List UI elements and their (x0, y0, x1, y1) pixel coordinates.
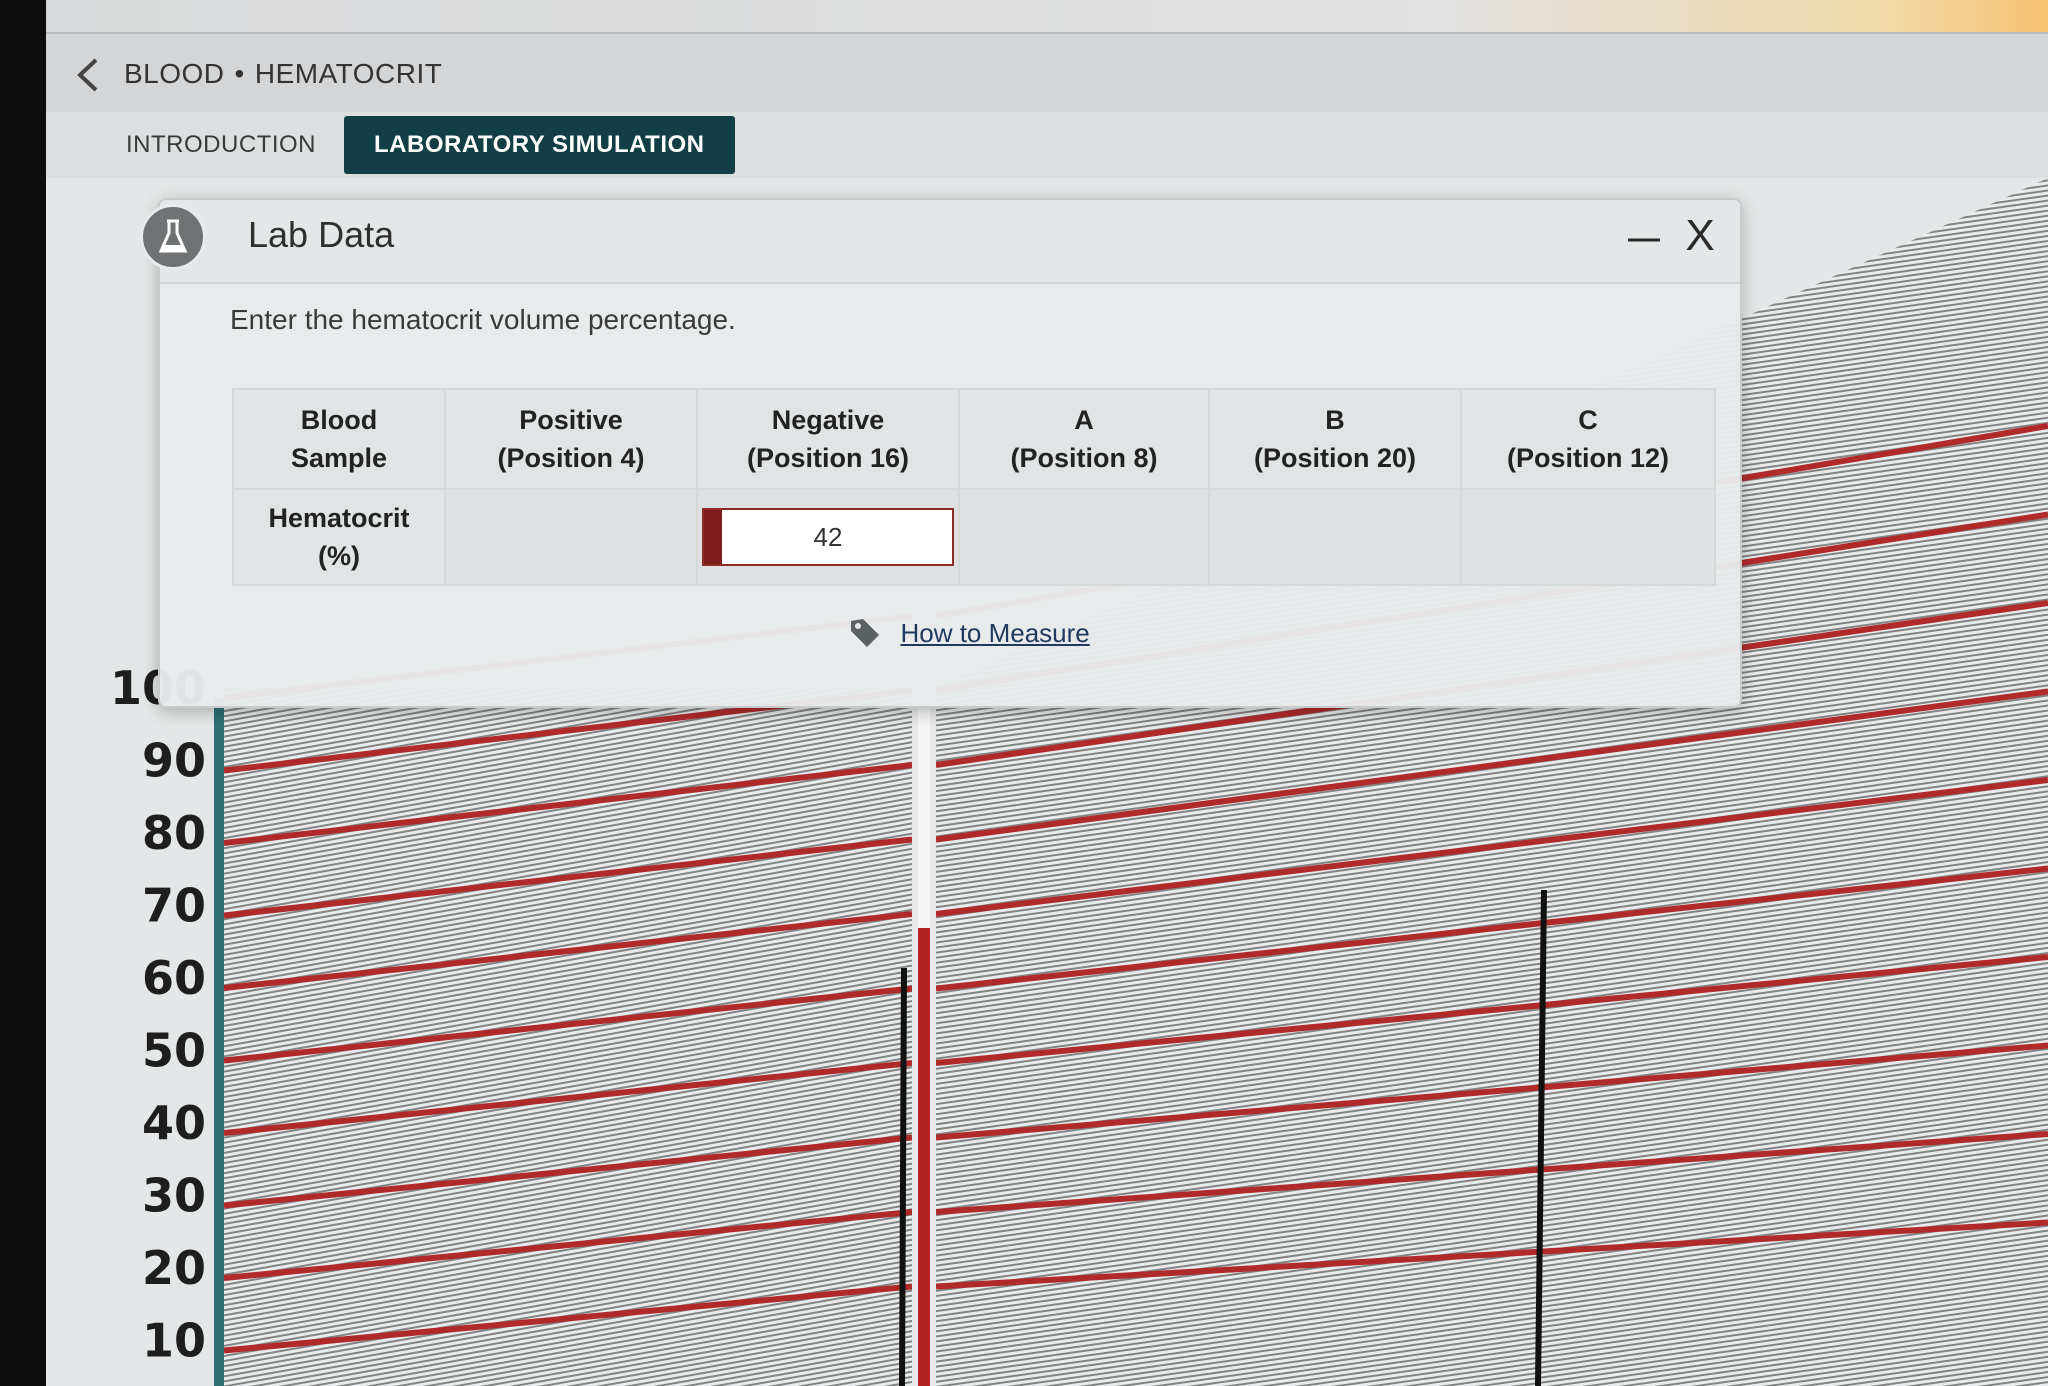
tab-laboratory-simulation[interactable]: LABORATORY SIMULATION (344, 116, 735, 174)
header-sample-b: B (Position 20) (1208, 388, 1462, 490)
panel-titlebar[interactable]: Lab Data X (140, 200, 1740, 284)
scale-label: 40 (142, 1096, 206, 1150)
scale-label: 50 (142, 1024, 206, 1078)
breadcrumb-section[interactable]: BLOOD (124, 58, 225, 89)
row-label-hematocrit: Hematocrit (%) (232, 488, 446, 586)
reader-axis-bar (214, 698, 224, 1386)
table-row-hematocrit: Hematocrit (%) 42 (232, 488, 1716, 586)
header-blood-sample: Blood Sample (232, 388, 446, 490)
panel-title: Lab Data (248, 214, 395, 255)
scale-label: 20 (142, 1241, 206, 1295)
header-negative: Negative (Position 16) (696, 388, 960, 490)
negative-hematocrit-value[interactable]: 42 (814, 522, 843, 552)
breadcrumb: BLOOD • HEMATOCRIT (124, 58, 442, 90)
cell-sample-b[interactable] (1208, 488, 1462, 586)
how-to-measure-text[interactable]: How to Measure (900, 618, 1089, 649)
header-sample-c: C (Position 12) (1460, 388, 1716, 490)
header-positive: Positive (Position 4) (444, 388, 698, 490)
breadcrumb-page: HEMATOCRIT (254, 58, 443, 89)
negative-hematocrit-input[interactable]: 42 (702, 508, 954, 566)
header-sample-a: A (Position 8) (958, 388, 1210, 490)
scale-label: 10 (142, 1314, 206, 1368)
scale-label: 80 (142, 806, 206, 860)
chevron-left-icon[interactable] (72, 56, 106, 94)
tag-icon (851, 619, 879, 647)
breadcrumb-separator: • (234, 58, 245, 89)
reader-lines-left (224, 688, 912, 1386)
instruction-text: Enter the hematocrit volume percentage. (230, 304, 736, 335)
app-screen: BLOOD • HEMATOCRIT INTRODUCTION LABORATORY… (46, 0, 2048, 1386)
cell-sample-a[interactable] (958, 488, 1210, 586)
top-strip (46, 0, 2048, 32)
scale-label: 30 (142, 1169, 206, 1223)
flask-icon (140, 204, 206, 270)
close-button[interactable]: X (1680, 208, 1720, 264)
minimize-button[interactable] (1624, 212, 1664, 262)
tab-bar: INTRODUCTION LABORATORY SIMULATION (46, 112, 2048, 178)
how-to-measure-link[interactable]: How to Measure (848, 616, 1090, 656)
scale-label: 70 (142, 879, 206, 933)
scale-label: 60 (142, 951, 206, 1005)
capillary-tube-red-cells (918, 928, 930, 1386)
scale-label: 90 (142, 734, 206, 788)
reader-marker-line-left[interactable] (899, 967, 907, 1386)
table-header-row: Blood Sample Positive (Position 4) Negat… (232, 388, 1716, 490)
cell-negative[interactable]: 42 (696, 488, 960, 586)
input-marker (704, 510, 722, 564)
cell-positive[interactable] (444, 488, 698, 586)
tab-introduction[interactable]: INTRODUCTION (126, 116, 316, 174)
hematocrit-table: Blood Sample Positive (Position 4) Negat… (232, 388, 1716, 586)
cell-sample-c[interactable] (1460, 488, 1716, 586)
lab-data-panel: Lab Data X Enter the hematocrit volume p… (140, 198, 1742, 708)
app-header: BLOOD • HEMATOCRIT (46, 32, 2048, 114)
